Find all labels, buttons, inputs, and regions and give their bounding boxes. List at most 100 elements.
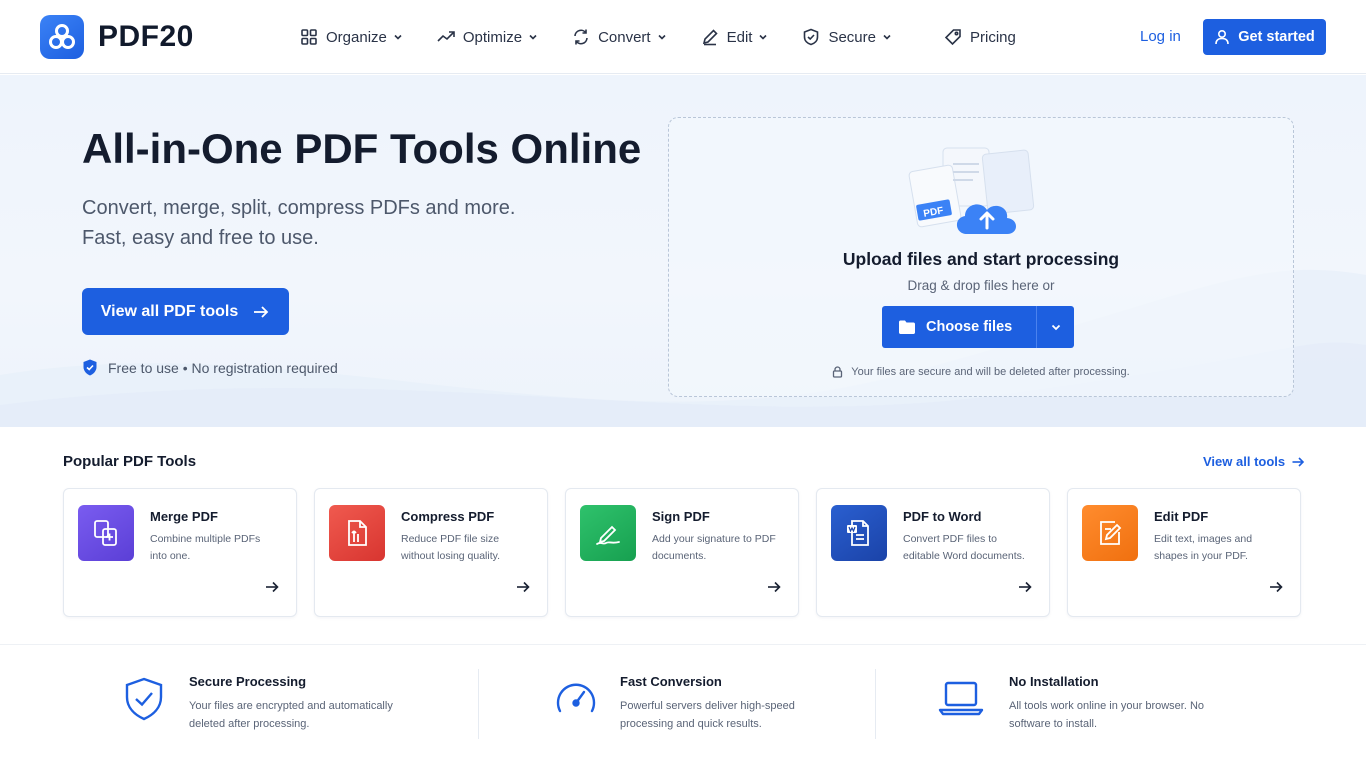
nav-edit[interactable]: Edit <box>701 28 769 46</box>
tool-card-title: Compress PDF <box>401 509 495 524</box>
chevron-down-icon <box>759 34 768 40</box>
tool-card-desc: Combine multiple PDFs into one. <box>150 533 261 562</box>
merge-icon <box>94 520 117 546</box>
chevron-down-icon <box>394 34 402 40</box>
nav-pricing-label: Pricing <box>969 28 1016 46</box>
nav-convert-label: Convert <box>598 28 651 46</box>
hero-subtitle: Convert, merge, split, compress PDFs and… <box>82 193 602 253</box>
tool-icon-tile <box>78 505 134 561</box>
laptop-icon <box>938 681 984 716</box>
arrow-right-icon <box>768 581 781 593</box>
view-all-tools-link[interactable]: View all tools <box>1203 454 1305 469</box>
hero-section: All-in-One PDF Tools Online Convert, mer… <box>0 75 1366 427</box>
arrow-right-icon <box>254 305 269 318</box>
choose-files-label: Choose files <box>926 319 1013 335</box>
trend-icon <box>437 31 455 42</box>
edit-doc-icon <box>1100 521 1122 545</box>
get-started-button[interactable]: Get started <box>1203 19 1326 55</box>
feature-no-installation: No Installation All tools work online in… <box>876 645 1366 768</box>
tool-icon-tile <box>1082 505 1138 561</box>
popular-tools-cards: Merge PDF Combine multiple PDFs into one… <box>63 488 1301 617</box>
word-doc-icon <box>847 520 869 546</box>
popular-tools-heading: Popular PDF Tools <box>63 453 197 470</box>
tool-card-merge-pdf[interactable]: Merge PDF Combine multiple PDFs into one… <box>63 488 297 617</box>
nav-secure[interactable]: Secure <box>802 28 892 46</box>
logo-icon <box>40 15 84 59</box>
get-started-label: Get started <box>1238 29 1315 45</box>
top-nav-bar: PDF20 Organize Optimize Convert Edit Sec… <box>0 0 1366 74</box>
tool-card-title: Edit PDF <box>1154 509 1209 524</box>
nav-organize-label: Organize <box>326 28 387 46</box>
tool-card-edit-pdf[interactable]: Edit PDF Edit text, images and shapes in… <box>1067 488 1301 617</box>
feature-desc: All tools work online in your browser. N… <box>1009 700 1205 730</box>
upload-dropzone[interactable]: PDF Upload files and start processing Dr… <box>668 117 1294 397</box>
choose-files-button[interactable]: Choose files <box>882 306 1037 348</box>
signature-icon <box>596 525 620 545</box>
arrow-right-icon <box>1270 581 1283 593</box>
tag-icon <box>944 29 961 46</box>
tool-card-pdf-to-word[interactable]: PDF to Word Convert PDF files to editabl… <box>816 488 1050 617</box>
free-to-use-note: Free to use • No registration required <box>82 359 338 376</box>
tool-icon-tile <box>580 505 636 561</box>
feature-secure-processing: Secure Processing Your files are encrypt… <box>0 645 478 768</box>
main-nav: Organize Optimize Convert Edit Secure Pr… <box>300 0 1050 74</box>
nav-optimize-label: Optimize <box>462 28 523 46</box>
nav-organize[interactable]: Organize <box>300 28 403 46</box>
security-note-text: Your files are secure and will be delete… <box>851 366 1130 378</box>
features-section: Secure Processing Your files are encrypt… <box>0 644 1366 768</box>
nav-optimize[interactable]: Optimize <box>437 28 538 46</box>
lock-icon <box>833 366 843 378</box>
tool-card-title: PDF to Word <box>903 509 982 524</box>
cta-label: View all PDF tools <box>100 302 239 320</box>
nav-secure-label: Secure <box>828 28 876 46</box>
upload-files-illustration: PDF <box>908 147 1035 234</box>
feature-fast-conversion: Fast Conversion Powerful servers deliver… <box>479 645 875 768</box>
feature-desc: Your files are encrypted and automatical… <box>189 700 393 730</box>
tool-card-sign-pdf[interactable]: Sign PDF Add your signature to PDF docum… <box>565 488 799 617</box>
upload-subtitle: Drag & drop files here or <box>907 278 1055 293</box>
tool-card-desc: Edit text, images and shapes in your PDF… <box>1154 533 1253 562</box>
shield-check-icon <box>125 677 163 721</box>
grid-icon <box>301 29 317 45</box>
chevron-down-icon <box>1051 324 1060 331</box>
nav-pricing[interactable]: Pricing <box>944 28 1016 46</box>
folder-icon <box>899 320 915 334</box>
chevron-down-icon <box>529 34 537 40</box>
free-note-text: Free to use • No registration required <box>108 359 338 376</box>
compress-icon <box>348 520 367 546</box>
tool-card-compress-pdf[interactable]: Compress PDF Reduce PDF file size withou… <box>314 488 548 617</box>
user-icon <box>1215 29 1230 45</box>
arrow-right-icon <box>517 581 530 593</box>
feature-title: No Installation <box>1009 674 1099 689</box>
nav-edit-label: Edit <box>726 28 753 46</box>
view-all-pdf-tools-button[interactable]: View all PDF tools <box>82 288 289 335</box>
chevron-down-icon <box>658 34 666 40</box>
feature-title: Fast Conversion <box>620 674 722 689</box>
tool-card-desc: Reduce PDF file size without losing qual… <box>401 533 501 562</box>
hero-title: All-in-One PDF Tools Online <box>82 125 642 172</box>
arrow-right-icon <box>266 581 279 593</box>
choose-files-split-button: Choose files <box>882 306 1074 348</box>
nav-convert[interactable]: Convert <box>572 28 667 46</box>
speedometer-icon <box>556 683 596 713</box>
tool-card-title: Merge PDF <box>150 509 218 524</box>
arrow-right-icon <box>1019 581 1032 593</box>
upload-title: Upload files and start processing <box>842 249 1120 269</box>
feature-desc: Powerful servers deliver high-speed proc… <box>620 700 795 730</box>
view-all-tools-label: View all tools <box>1203 454 1286 469</box>
upload-security-note: Your files are secure and will be delete… <box>669 366 1293 378</box>
tool-icon-tile <box>329 505 385 561</box>
chevron-down-icon <box>883 34 891 40</box>
hero-subtitle-line: Convert, merge, split, compress PDFs and… <box>82 197 516 219</box>
pencil-icon <box>702 29 718 46</box>
shield-check-icon <box>83 359 97 376</box>
choose-files-dropdown-toggle[interactable] <box>1037 306 1074 348</box>
tool-icon-tile <box>831 505 887 561</box>
feature-title: Secure Processing <box>189 674 307 689</box>
brand-name: PDF20 <box>98 20 194 53</box>
refresh-icon <box>574 29 588 45</box>
tool-card-desc: Add your signature to PDF documents. <box>652 533 776 562</box>
tool-card-title: Sign PDF <box>652 509 710 524</box>
login-link[interactable]: Log in <box>1140 28 1181 45</box>
brand-logo[interactable]: PDF20 <box>40 15 194 59</box>
